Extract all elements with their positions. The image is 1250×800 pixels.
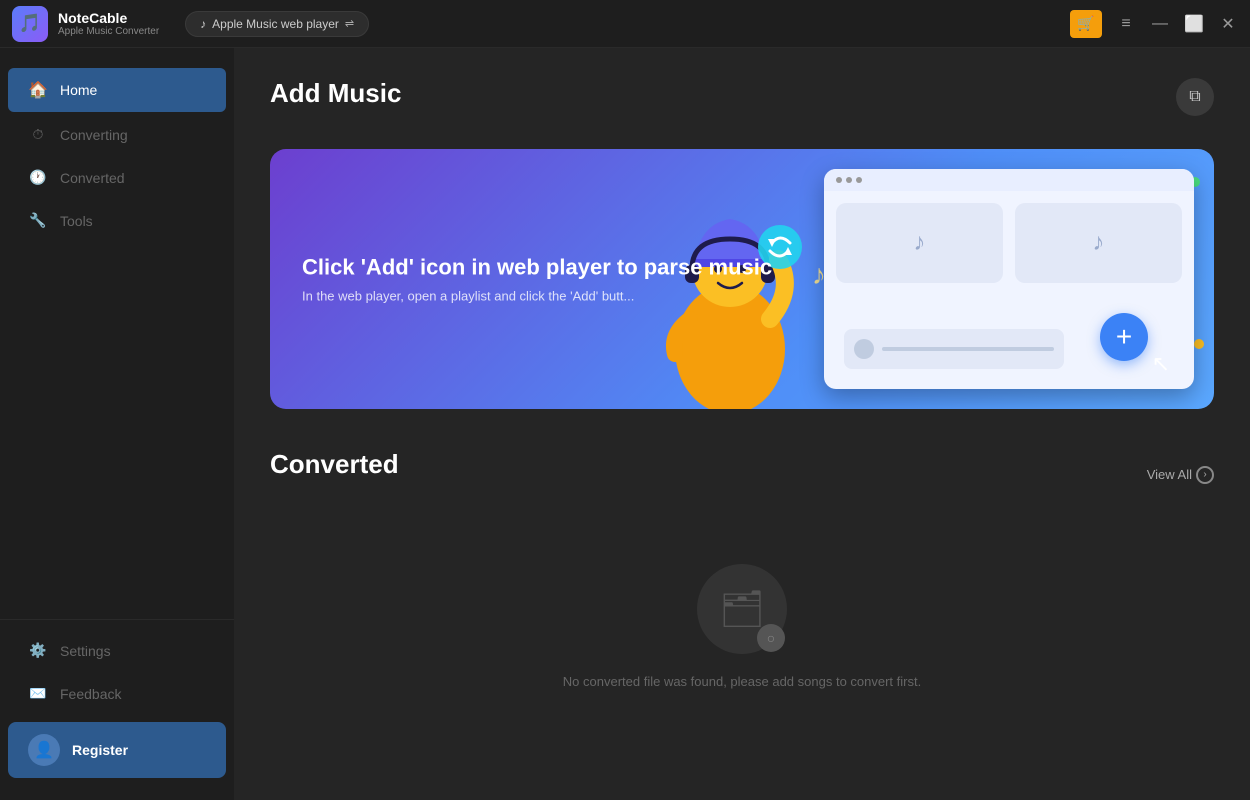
sidebar-converting-label: Converting [60, 127, 128, 143]
banner-subtext: In the web player, open a playlist and c… [302, 289, 682, 304]
app-name-block: NoteCable Apple Music Converter [58, 10, 159, 37]
register-button[interactable]: 👤 Register [8, 722, 226, 778]
menu-icon[interactable]: ≡ [1116, 15, 1136, 33]
sidebar-home-label: Home [60, 82, 97, 98]
view-all-label: View All [1147, 467, 1192, 482]
mock-ui-panel: ♪ ♪ + ↖ [824, 169, 1194, 389]
register-label: Register [72, 742, 128, 758]
title-bar-right: 🛒 ≡ — ⬜ ✕ [1070, 10, 1238, 38]
sidebar-item-feedback[interactable]: ✉️ Feedback [8, 673, 226, 714]
converted-icon: 🕐 [28, 169, 48, 186]
apple-music-tab[interactable]: ♪ Apple Music web player ⇌ [185, 11, 369, 37]
sidebar-item-settings[interactable]: ⚙️ Settings [8, 630, 226, 671]
sidebar-settings-label: Settings [60, 643, 111, 659]
mock-cursor-icon: ↖ [1152, 351, 1170, 377]
feedback-icon: ✉️ [28, 685, 48, 702]
folder-badge-icon: ○ [767, 630, 775, 646]
tab-bar: ♪ Apple Music web player ⇌ [185, 11, 369, 37]
sidebar-tools-label: Tools [60, 213, 93, 229]
mock-music-item-1: ♪ [836, 203, 1003, 283]
folder-badge: ○ [757, 624, 785, 652]
maximize-button[interactable]: ⬜ [1184, 14, 1204, 34]
empty-state-icon: 🗂 ○ [697, 564, 787, 654]
tab-label: Apple Music web player [212, 17, 339, 31]
expand-button[interactable]: ⧉ [1176, 78, 1214, 116]
tools-icon: 🔧 [28, 212, 48, 229]
empty-state-text: No converted file was found, please add … [563, 674, 921, 689]
app-name: NoteCable [58, 10, 159, 26]
mock-panel-header [824, 169, 1194, 191]
mock-play-row [844, 329, 1064, 369]
sidebar: 🏠 Home ⏱ Converting 🕐 Converted 🔧 Tools … [0, 48, 234, 800]
view-all-arrow-icon: › [1196, 466, 1214, 484]
minimize-button[interactable]: — [1150, 15, 1170, 33]
mock-music-item-2: ♪ [1015, 203, 1182, 283]
mock-dot-1 [836, 177, 842, 183]
mock-dot-2 [846, 177, 852, 183]
tab-music-icon: ♪ [200, 17, 206, 31]
add-music-banner: + Click 'Add' icon in web player to pars… [270, 149, 1214, 409]
view-all-button[interactable]: View All › [1147, 466, 1214, 484]
home-icon: 🏠 [28, 80, 48, 100]
add-music-header: Add Music ⧉ [270, 78, 1214, 129]
expand-icon: ⧉ [1189, 88, 1200, 106]
register-avatar: 👤 [28, 734, 60, 766]
main-layout: 🏠 Home ⏱ Converting 🕐 Converted 🔧 Tools … [0, 48, 1250, 800]
converted-title: Converted [270, 449, 399, 480]
app-logo-icon: 🎵 [19, 13, 41, 34]
sidebar-bottom: ⚙️ Settings ✉️ Feedback 👤 Register [0, 619, 234, 790]
avatar-icon: 👤 [34, 740, 54, 760]
add-music-title: Add Music [270, 78, 401, 109]
app-subtitle: Apple Music Converter [58, 26, 159, 37]
title-bar: 🎵 NoteCable Apple Music Converter ♪ Appl… [0, 0, 1250, 48]
content-area: Add Music ⧉ + Click 'Add' icon in web pl… [234, 48, 1250, 800]
converted-section-header: Converted View All › [270, 449, 1214, 500]
cart-button[interactable]: 🛒 [1070, 10, 1102, 38]
mock-dot-3 [856, 177, 862, 183]
converting-icon: ⏱ [28, 126, 48, 143]
sidebar-item-tools[interactable]: 🔧 Tools [8, 200, 226, 241]
settings-icon: ⚙️ [28, 642, 48, 659]
sidebar-converted-label: Converted [60, 170, 125, 186]
sidebar-nav: 🏠 Home ⏱ Converting 🕐 Converted 🔧 Tools [0, 58, 234, 619]
banner-text: Click 'Add' icon in web player to parse … [302, 255, 772, 304]
mock-panel-body: ♪ ♪ [824, 191, 1194, 295]
app-logo: 🎵 [12, 6, 48, 42]
sidebar-feedback-label: Feedback [60, 686, 121, 702]
banner-heading: Click 'Add' icon in web player to parse … [302, 255, 772, 281]
empty-state: 🗂 ○ No converted file was found, please … [270, 524, 1214, 749]
mock-add-button: + [1100, 313, 1148, 361]
close-button[interactable]: ✕ [1218, 14, 1238, 34]
tab-pin-icon: ⇌ [345, 17, 354, 30]
folder-icon: 🗂 [719, 588, 765, 630]
mock-play-dot [854, 339, 874, 359]
mock-play-line [882, 347, 1054, 351]
dot-yellow [1194, 339, 1204, 349]
sidebar-item-converted[interactable]: 🕐 Converted [8, 157, 226, 198]
cart-icon: 🛒 [1077, 15, 1094, 32]
sidebar-item-home[interactable]: 🏠 Home [8, 68, 226, 112]
title-bar-left: 🎵 NoteCable Apple Music Converter ♪ Appl… [12, 6, 369, 42]
sidebar-item-converting[interactable]: ⏱ Converting [8, 114, 226, 155]
